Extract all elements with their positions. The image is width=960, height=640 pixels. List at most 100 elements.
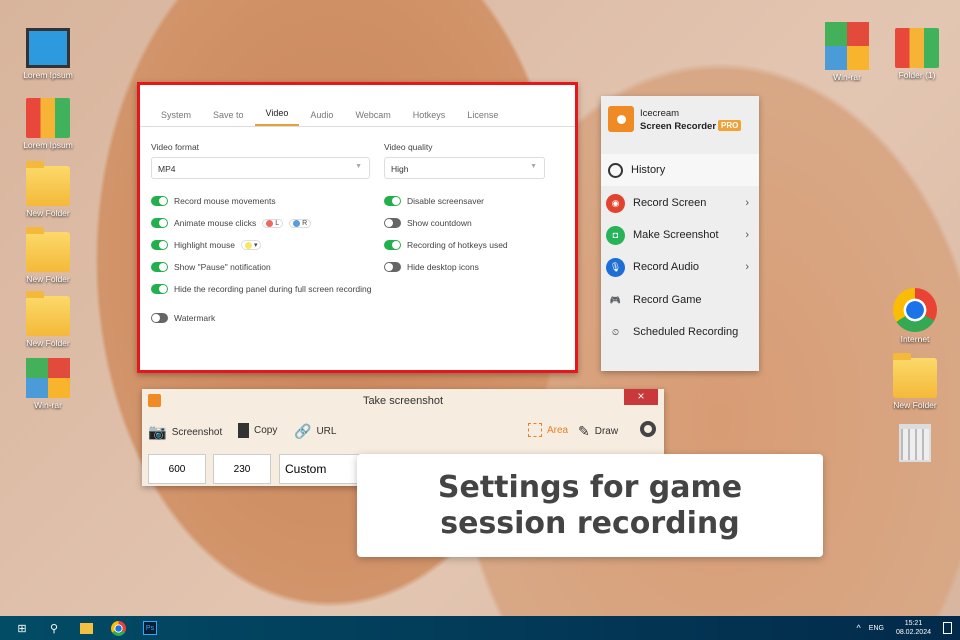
toggle-switch[interactable] bbox=[151, 313, 168, 323]
gamepad-icon: 🎮 bbox=[609, 294, 622, 305]
icon-label: Lorem Ipsum bbox=[23, 70, 73, 80]
record-icon: ◉ bbox=[606, 193, 625, 213]
toggle-hotkeys-recording[interactable]: Recording of hotkeys used bbox=[384, 240, 508, 250]
screenshot-button[interactable]: 📷 Screenshot bbox=[148, 423, 222, 441]
video-format-value: MP4 bbox=[158, 164, 176, 174]
video-quality-select[interactable]: High ▼ bbox=[384, 157, 545, 179]
camera-icon: 📷 bbox=[148, 424, 167, 441]
windows-start-icon[interactable]: ⊞ bbox=[12, 620, 32, 636]
search-icon[interactable]: ⚲ bbox=[44, 620, 64, 636]
height-input[interactable]: 230 bbox=[213, 454, 271, 484]
schedule-icon: ⏲ bbox=[611, 326, 620, 337]
desktop-icon-folder[interactable]: New Folder bbox=[13, 291, 83, 348]
clock[interactable]: 15:21 08.02.2024 bbox=[896, 619, 931, 637]
area-button[interactable]: Area bbox=[528, 423, 568, 437]
toggle-label: Watermark bbox=[174, 313, 216, 323]
toggle-show-countdown[interactable]: Show countdown bbox=[384, 218, 472, 228]
desktop-icon-pc[interactable]: Lorem Ipsum bbox=[13, 28, 83, 80]
file-explorer-icon[interactable] bbox=[76, 620, 96, 636]
desktop-icon-folder1[interactable]: Folder (1) bbox=[882, 28, 952, 80]
language-indicator[interactable]: ENG bbox=[869, 625, 884, 632]
toggle-switch[interactable] bbox=[384, 218, 401, 228]
url-button[interactable]: 🔗 URL bbox=[294, 423, 336, 440]
brand-name: Icecream bbox=[640, 108, 680, 119]
link-icon: 🔗 bbox=[294, 423, 312, 439]
tab-webcam[interactable]: Webcam bbox=[344, 110, 401, 126]
time: 15:21 bbox=[904, 620, 923, 627]
winrar-icon bbox=[26, 358, 70, 398]
chevron-right-icon: › bbox=[745, 261, 749, 273]
icecream-menu-window: Icecream Screen Recorder PRO History ◉ Re… bbox=[601, 96, 759, 371]
menu-record-audio[interactable]: 🎙 Record Audio › bbox=[601, 251, 759, 283]
chevron-down-icon: ▾ bbox=[253, 242, 258, 249]
desktop-icon-winrar[interactable]: Win-rar bbox=[812, 22, 882, 82]
folder-icon bbox=[26, 227, 70, 272]
width-input[interactable]: 600 bbox=[148, 454, 206, 484]
tab-system[interactable]: System bbox=[150, 110, 202, 126]
desktop-icon-books[interactable]: Lorem Ipsum bbox=[13, 98, 83, 150]
left-click-label: L bbox=[275, 219, 280, 227]
icon-label: New Folder bbox=[26, 208, 70, 218]
draw-button[interactable]: ✎ Draw bbox=[578, 423, 618, 440]
toggle-switch[interactable] bbox=[151, 284, 168, 294]
menu-make-screenshot[interactable]: ◘ Make Screenshot › bbox=[601, 219, 759, 251]
video-format-select[interactable]: MP4 ▼ bbox=[151, 157, 370, 179]
highlight-color-picker[interactable]: ▾ bbox=[240, 240, 262, 250]
menu-label: Record Screen bbox=[633, 197, 707, 209]
tab-hotkeys[interactable]: Hotkeys bbox=[402, 110, 457, 126]
button-label: URL bbox=[316, 426, 337, 437]
chrome-icon[interactable] bbox=[108, 620, 128, 636]
toggle-switch[interactable] bbox=[151, 262, 168, 272]
left-click-color[interactable]: L bbox=[262, 218, 284, 228]
menu-record-screen[interactable]: ◉ Record Screen › bbox=[601, 187, 759, 219]
toggle-switch[interactable] bbox=[151, 240, 168, 250]
video-quality-label: Video quality bbox=[384, 142, 433, 152]
tab-video[interactable]: Video bbox=[254, 108, 300, 126]
pro-badge: PRO bbox=[718, 120, 742, 131]
desktop-icon-folder[interactable]: New Folder bbox=[13, 161, 83, 218]
menu-scheduled-recording[interactable]: ⏲ Scheduled Recording bbox=[601, 316, 759, 348]
button-label: Copy bbox=[254, 425, 278, 436]
menu-history[interactable]: History bbox=[601, 154, 759, 186]
toggle-switch[interactable] bbox=[151, 196, 168, 206]
toggle-label: Hide desktop icons bbox=[407, 262, 479, 272]
desktop-icon-winrar[interactable]: Win-rar bbox=[13, 358, 83, 410]
desktop-icon-internet[interactable]: Internet bbox=[880, 288, 950, 344]
toggle-watermark[interactable]: Watermark bbox=[151, 313, 215, 323]
toggle-switch[interactable] bbox=[384, 262, 401, 272]
desktop-icon-folder[interactable]: New Folder bbox=[880, 353, 950, 410]
chevron-down-icon: ▼ bbox=[355, 163, 362, 170]
tray-overflow-icon[interactable]: ^ bbox=[857, 623, 861, 633]
tab-license[interactable]: License bbox=[456, 110, 509, 126]
webcam-icon[interactable] bbox=[640, 421, 656, 437]
desktop-icon-folder[interactable]: New Folder bbox=[13, 227, 83, 284]
toggle-hide-desktop-icons[interactable]: Hide desktop icons bbox=[384, 262, 479, 272]
toggle-switch[interactable] bbox=[384, 240, 401, 250]
tab-save-to[interactable]: Save to bbox=[202, 110, 255, 126]
photoshop-icon[interactable]: Ps bbox=[140, 620, 160, 636]
toggle-disable-screensaver[interactable]: Disable screensaver bbox=[384, 196, 484, 206]
menu-record-game[interactable]: 🎮 Record Game bbox=[601, 284, 759, 316]
notification-icon[interactable] bbox=[943, 622, 952, 634]
icon-label: New Folder bbox=[26, 338, 70, 348]
recycle-bin-icon[interactable] bbox=[880, 424, 950, 464]
chrome-icon bbox=[893, 288, 937, 332]
tab-audio[interactable]: Audio bbox=[299, 110, 344, 126]
toggle-switch[interactable] bbox=[151, 218, 168, 228]
toggle-switch[interactable] bbox=[384, 196, 401, 206]
toggle-hide-panel[interactable]: Hide the recording panel during full scr… bbox=[151, 284, 372, 294]
copy-icon bbox=[238, 423, 249, 438]
binders-icon bbox=[895, 28, 939, 68]
toggle-animate-clicks[interactable]: Animate mouse clicks L R bbox=[151, 218, 312, 228]
preset-select[interactable]: Custom bbox=[279, 454, 369, 484]
caption-banner: Settings for game session recording bbox=[357, 454, 823, 557]
toggle-pause-notification[interactable]: Show "Pause" notification bbox=[151, 262, 271, 272]
clock-icon bbox=[608, 162, 623, 178]
close-button[interactable]: × bbox=[624, 389, 658, 405]
toggle-highlight-mouse[interactable]: Highlight mouse ▾ bbox=[151, 240, 262, 250]
icon-label: New Folder bbox=[893, 400, 937, 410]
right-click-color[interactable]: R bbox=[289, 218, 312, 228]
toggle-record-mouse[interactable]: Record mouse movements bbox=[151, 196, 276, 206]
menu-label: Record Game bbox=[633, 294, 702, 306]
copy-button[interactable]: Copy bbox=[238, 423, 277, 438]
